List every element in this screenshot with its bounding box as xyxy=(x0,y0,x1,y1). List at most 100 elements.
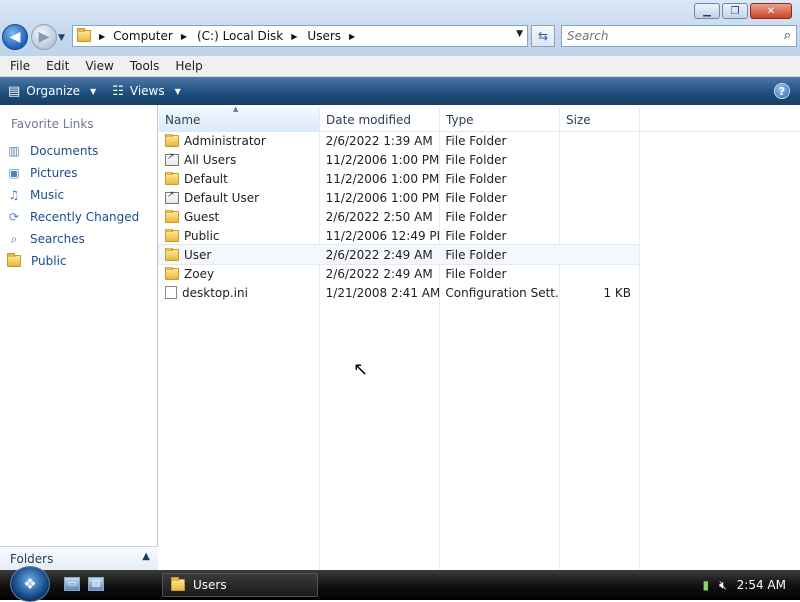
column-header-size[interactable]: Size xyxy=(560,108,640,132)
file-date: 1/21/2008 2:41 AM xyxy=(325,285,440,300)
fav-item-recently-changed[interactable]: ⟳ Recently Changed xyxy=(6,206,139,228)
search-icon[interactable]: ⌕ xyxy=(784,28,791,43)
folder-icon xyxy=(77,28,91,42)
file-name: Public xyxy=(184,228,220,243)
file-date: 11/2/2006 12:49 PM xyxy=(325,228,440,243)
breadcrumb-local-disk[interactable]: (C:) Local Disk ▶ xyxy=(197,29,297,43)
fav-item-documents[interactable]: ▥ Documents xyxy=(6,140,139,162)
file-row[interactable]: User 2/6/2022 2:49 AM File Folder xyxy=(158,244,640,265)
show-desktop-icon[interactable]: ▭ xyxy=(64,577,80,591)
file-name: User xyxy=(184,247,212,262)
column-header-type[interactable]: Type xyxy=(440,108,560,132)
menu-edit[interactable]: Edit xyxy=(38,59,77,73)
navigation-pane: Favorite Links ▥ Documents ▣ Pictures ♫ Mus… xyxy=(0,105,158,570)
searches-icon: ⌕ xyxy=(10,231,18,246)
breadcrumb-arrow-icon[interactable]: ▶ xyxy=(181,32,187,41)
folder-icon xyxy=(165,209,179,223)
organize-button[interactable]: ▤ Organize ▼ xyxy=(0,84,104,99)
breadcrumb-computer[interactable]: Computer ▶ xyxy=(113,29,187,43)
file-size: 1 KB xyxy=(603,285,632,300)
switch-windows-icon[interactable]: ▤ xyxy=(88,577,104,591)
close-button[interactable]: ✕ xyxy=(750,3,792,19)
help-icon[interactable]: ? xyxy=(774,83,790,99)
music-icon: ♫ xyxy=(8,188,20,202)
address-bar-region: ▁ ❐ ✕ ◀ ▶ ▼ ▶ Computer ▶ (C:) Local Disk ▶… xyxy=(0,0,800,56)
breadcrumb-arrow-icon[interactable]: ▶ xyxy=(99,32,105,41)
breadcrumb-arrow-icon[interactable]: ▶ xyxy=(291,32,297,41)
file-date: 2/6/2022 2:50 AM xyxy=(325,209,433,224)
start-button[interactable]: ❖ xyxy=(10,566,50,602)
fav-item-searches[interactable]: ⌕ Searches xyxy=(6,228,139,250)
folder-icon xyxy=(165,247,179,261)
column-divider xyxy=(639,132,640,570)
menu-file[interactable]: File xyxy=(2,59,38,73)
maximize-button[interactable]: ❐ xyxy=(722,3,748,19)
file-row[interactable]: Zoey 2/6/2022 2:49 AM File Folder xyxy=(159,264,639,283)
back-button[interactable]: ◀ xyxy=(2,24,28,50)
refresh-icon: ⇆ xyxy=(537,29,549,43)
dropdown-arrow-icon: ▼ xyxy=(174,86,181,96)
settings-file-icon xyxy=(165,286,177,299)
folders-label: Folders xyxy=(10,551,54,566)
menu-help[interactable]: Help xyxy=(167,59,210,73)
documents-icon: ▥ xyxy=(8,144,20,158)
recent-pages-dropdown[interactable]: ▼ xyxy=(58,33,65,43)
menu-bar: File Edit View Tools Help xyxy=(0,56,800,77)
file-type: File Folder xyxy=(445,152,507,167)
file-row[interactable]: desktop.ini 1/21/2008 2:41 AM Configuratio… xyxy=(159,283,639,302)
file-row[interactable]: Default 11/2/2006 1:00 PM File Folder xyxy=(159,169,639,188)
fav-item-music[interactable]: ♫ Music xyxy=(6,184,139,206)
recently-changed-icon: ⟳ xyxy=(8,210,20,224)
network-icon[interactable]: ▮ xyxy=(703,578,710,592)
file-rows: Administrator 2/6/2022 1:39 AM File Folder… xyxy=(158,131,640,302)
clock[interactable]: 2:54 AM xyxy=(737,578,786,592)
file-row[interactable]: Guest 2/6/2022 2:50 AM File Folder xyxy=(159,207,639,226)
file-name: Default xyxy=(184,171,228,186)
file-type: File Folder xyxy=(445,209,507,224)
file-list-pane: ▲ Name Date modified Type Size Administra… xyxy=(158,105,800,570)
minimize-button[interactable]: ▁ xyxy=(694,3,720,19)
back-arrow-icon: ◀ xyxy=(9,29,21,45)
column-label: Type xyxy=(446,113,474,127)
address-bar[interactable]: ▶ Computer ▶ (C:) Local Disk ▶ Users ▶ ▼ xyxy=(72,25,528,47)
file-row[interactable]: Administrator 2/6/2022 1:39 AM File Folder xyxy=(159,131,639,150)
sort-ascending-icon: ▲ xyxy=(233,105,239,113)
fav-item-label: Pictures xyxy=(30,166,78,180)
volume-muted-icon[interactable]: 🔇︎ xyxy=(719,578,727,593)
address-dropdown-icon[interactable]: ▼ xyxy=(516,29,523,39)
file-name: All Users xyxy=(184,152,237,167)
fav-item-public[interactable]: Public xyxy=(6,250,139,272)
file-date: 11/2/2006 1:00 PM xyxy=(325,152,440,167)
file-name: Guest xyxy=(184,209,220,224)
refresh-button[interactable]: ⇆ xyxy=(531,25,555,47)
forward-button[interactable]: ▶ xyxy=(31,24,57,50)
organize-icon: ▤ xyxy=(8,83,21,99)
file-name-cell: Default xyxy=(159,171,320,186)
column-header-date-modified[interactable]: Date modified xyxy=(320,108,440,132)
views-icon: ☷ xyxy=(112,83,124,99)
search-box[interactable]: ⌕ xyxy=(561,25,797,47)
views-label: Views xyxy=(129,84,165,98)
file-name-cell: Public xyxy=(159,228,320,243)
breadcrumb-arrow-icon[interactable]: ▶ xyxy=(349,32,355,41)
breadcrumb-label: Users xyxy=(307,29,342,43)
views-button[interactable]: ☷ Views ▼ xyxy=(104,84,189,99)
column-headers: ▲ Name Date modified Type Size xyxy=(159,105,800,132)
folder-shortcut-icon xyxy=(165,153,179,166)
taskbar-button-users[interactable]: Users xyxy=(162,573,318,597)
file-date: 2/6/2022 2:49 AM xyxy=(325,266,433,281)
file-row[interactable]: All Users 11/2/2006 1:00 PM File Folder xyxy=(159,150,639,169)
favorite-links-title: Favorite Links xyxy=(11,117,94,131)
fav-item-pictures[interactable]: ▣ Pictures xyxy=(6,162,139,184)
search-input[interactable] xyxy=(562,26,762,46)
breadcrumb-users[interactable]: Users ▶ xyxy=(307,29,355,43)
fav-item-label: Documents xyxy=(30,144,99,158)
file-row[interactable]: Default User 11/2/2006 1:00 PM File Folder xyxy=(159,188,639,207)
folder-icon xyxy=(165,266,179,280)
fav-item-label: Music xyxy=(30,188,65,202)
menu-tools[interactable]: Tools xyxy=(122,59,168,73)
file-row[interactable]: Public 11/2/2006 12:49 PM File Folder xyxy=(159,226,639,245)
dropdown-arrow-icon: ▼ xyxy=(90,86,97,96)
column-header-name[interactable]: ▲ Name xyxy=(159,105,320,132)
menu-view[interactable]: View xyxy=(77,59,121,73)
